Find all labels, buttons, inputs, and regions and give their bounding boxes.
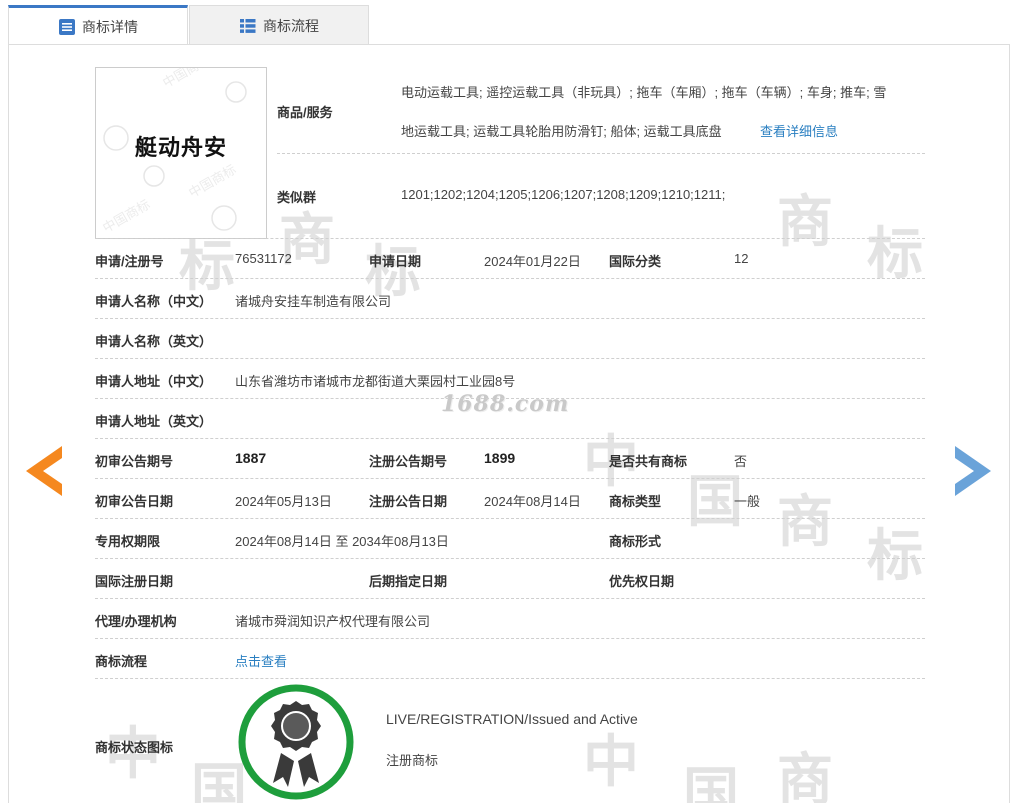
divider — [95, 678, 925, 679]
applicant-en-label: 申请人名称（英文） — [95, 334, 213, 349]
reg-no-value: 76531172 — [235, 251, 292, 266]
later-designation-date-label: 后期指定日期 — [369, 574, 448, 589]
divider — [95, 438, 925, 439]
intl-class-label: 国际分类 — [609, 254, 662, 269]
tab-trademark-flow[interactable]: 商标流程 — [189, 5, 369, 45]
tab-trademark-detail[interactable]: 商标详情 — [8, 5, 188, 45]
divider — [95, 318, 925, 319]
divider — [95, 558, 925, 559]
flow-label: 商标流程 — [95, 654, 148, 669]
status-icon-label: 商标状态图标 — [95, 740, 174, 755]
view-details-link[interactable]: 查看详细信息 — [760, 121, 838, 140]
reg-pub-no-value: 1899 — [484, 450, 516, 466]
status-cn: 注册商标 — [386, 753, 439, 768]
prev-arrow-icon[interactable] — [26, 446, 62, 496]
list-icon — [59, 18, 75, 35]
goods-label: 商品/服务 — [277, 105, 333, 120]
grid-icon — [240, 18, 256, 33]
flow-view-link[interactable]: 点击查看 — [235, 651, 287, 670]
trademark-image: 中国商标 中国商标 中国商标 艇动舟安 — [95, 67, 267, 239]
watermark-glyph: 国 — [683, 762, 739, 803]
agent-value: 诸城市舜润知识产权代理有限公司 — [235, 614, 431, 629]
detail-panel: 商 标 商 标 标 中 国 商 标 中 国 中 国 商 1688.com 中国商… — [8, 44, 1010, 803]
watermark-glyph: 中 — [583, 730, 639, 795]
intl-class-value: 12 — [734, 251, 749, 266]
divider — [95, 478, 925, 479]
watermark-glyph: 标 — [867, 524, 923, 589]
address-cn-label: 申请人地址（中文） — [95, 374, 213, 389]
next-arrow-icon[interactable] — [955, 446, 991, 496]
applicant-cn-value: 诸城舟安挂车制造有限公司 — [235, 294, 392, 309]
divider — [95, 278, 925, 279]
tab-bar: 商标详情 商标流程 — [8, 5, 369, 45]
logo-text: 艇动舟安 — [134, 136, 227, 161]
award-badge-icon — [238, 684, 354, 800]
status-en: LIVE/REGISTRATION/Issued and Active — [386, 711, 638, 727]
svg-text:中国商标: 中国商标 — [187, 162, 240, 201]
watermark-1688: 1688.com — [441, 391, 570, 417]
prelim-no-label: 初审公告期号 — [95, 454, 174, 469]
divider — [95, 398, 925, 399]
reg-pub-no-label: 注册公告期号 — [369, 454, 448, 469]
tab-label: 商标详情 — [82, 18, 138, 35]
term-label: 专用权期限 — [95, 534, 161, 549]
tab-label: 商标流程 — [263, 17, 319, 34]
address-en-label: 申请人地址（英文） — [95, 414, 213, 429]
shared-label: 是否共有商标 — [609, 454, 688, 469]
reg-pub-date-value: 2024年08月14日 — [484, 494, 581, 509]
svg-text:中国商标: 中国商标 — [161, 68, 214, 91]
trademark-type-label: 商标类型 — [609, 494, 662, 509]
applicant-cn-label: 申请人名称（中文） — [95, 294, 213, 309]
divider — [95, 238, 925, 239]
divider — [95, 598, 925, 599]
prelim-date-value: 2024年05月13日 — [235, 494, 332, 509]
term-value: 2024年08月14日 至 2034年08月13日 — [235, 534, 449, 549]
similar-group-value: 1201;1202;1204;1205;1206;1207;1208;1209;… — [401, 187, 726, 202]
svg-text:中国商标: 中国商标 — [101, 197, 154, 236]
divider — [95, 638, 925, 639]
watermark-glyph: 商 — [777, 190, 833, 255]
watermark-glyph: 商 — [777, 748, 833, 803]
prelim-no-value: 1887 — [235, 450, 267, 466]
divider — [95, 518, 925, 519]
prelim-date-label: 初审公告日期 — [95, 494, 174, 509]
trademark-type-value: 一般 — [734, 494, 761, 509]
priority-date-label: 优先权日期 — [609, 574, 675, 589]
trademark-form-label: 商标形式 — [609, 534, 662, 549]
similar-group-label: 类似群 — [277, 190, 317, 205]
intl-reg-date-label: 国际注册日期 — [95, 574, 174, 589]
reg-pub-date-label: 注册公告日期 — [369, 494, 448, 509]
reg-no-label: 申请/注册号 — [95, 254, 164, 269]
apply-date-value: 2024年01月22日 — [484, 254, 581, 269]
goods-line-1: 电动运载工具; 遥控运载工具（非玩具）; 拖车（车厢）; 拖车（车辆）; 车身;… — [401, 85, 887, 100]
address-cn-value: 山东省潍坊市诸城市龙都街道大栗园村工业园8号 — [235, 374, 516, 389]
goods-line-2: 地运载工具; 运载工具轮胎用防滑钉; 船体; 运载工具底盘 — [401, 124, 722, 139]
agent-label: 代理/办理机构 — [95, 614, 177, 629]
divider — [277, 153, 925, 154]
divider — [95, 358, 925, 359]
shared-value: 否 — [734, 454, 748, 469]
apply-date-label: 申请日期 — [369, 254, 422, 269]
